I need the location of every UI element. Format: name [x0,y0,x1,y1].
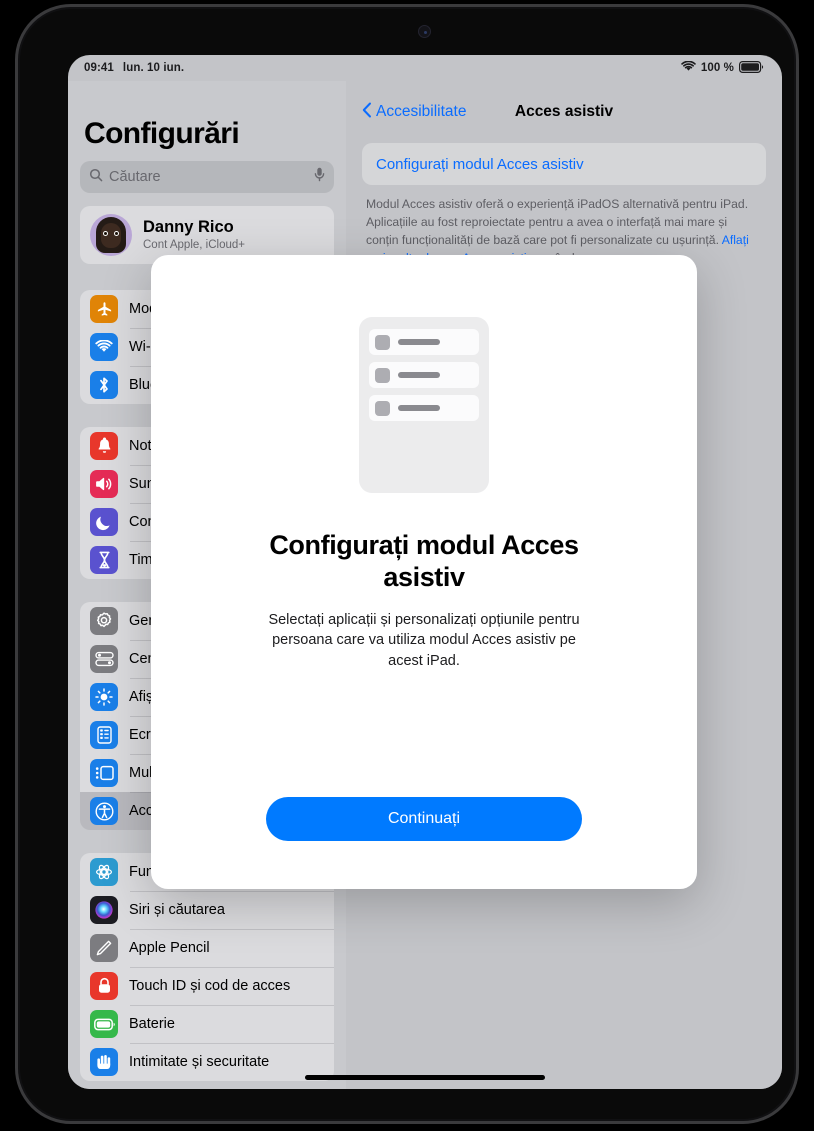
status-time: 09:41 [84,62,114,74]
sidebar-item-label: Apple Pencil [129,940,210,956]
illustration-app-label [398,339,440,345]
privacy-hand-icon [90,1048,118,1076]
control-toggles-icon [90,645,118,673]
sidebar-item-siri-si-cautarea[interactable]: Siri și căutarea [80,891,334,929]
back-button[interactable]: Accesibilitate [362,102,466,123]
avatar [90,214,132,256]
front-camera-icon [418,25,431,38]
wallpaper-icon [90,858,118,886]
sidebar-item-baterie[interactable]: Baterie [80,1005,334,1043]
navigation-bar: Accesibilitate Acces asistiv [362,81,766,143]
battery-icon [90,1010,118,1038]
search-placeholder: Căutare [109,169,161,185]
bell-icon [90,432,118,460]
sidebar-item-label: Intimitate și securitate [129,1054,270,1070]
account-name: Danny Rico [143,218,234,237]
moon-icon [90,508,118,536]
setup-assistive-access-label: Configurați modul Acces asistiv [376,155,584,173]
status-bar: 09:41 lun. 10 iun. 100 % [68,55,782,81]
illustration-app-icon [375,334,390,350]
search-input[interactable]: Căutare [80,161,334,193]
search-icon [89,168,103,187]
wifi-icon [90,333,118,361]
hourglass-icon [90,546,118,574]
modal-body-text: Selectați aplicații și personalizați opț… [268,611,580,669]
detail-description-text: Modul Acces asistiv oferă o experiență i… [366,197,749,247]
status-bar-right: 100 % [681,60,764,76]
ipad-device-frame: 09:41 lun. 10 iun. 100 % Configurări Cău… [15,4,799,1124]
illustration-app-label [398,372,440,378]
sidebar-item-intimitate-si-securitate[interactable]: Intimitate și securitate [80,1043,334,1081]
assistive-access-app-list-illustration [359,317,489,493]
sidebar-item-label: Baterie [129,1016,175,1032]
account-text: Danny Rico Cont Apple, iCloud+ [143,217,245,253]
multitasking-icon [90,759,118,787]
battery-full-icon [739,60,764,76]
illustration-app-label [398,405,440,411]
ipad-screen: 09:41 lun. 10 iun. 100 % Configurări Cău… [68,55,782,1089]
status-date: lun. 10 iun. [122,62,185,74]
back-button-label: Accesibilitate [376,103,467,120]
screenshot-root: 09:41 lun. 10 iun. 100 % Configurări Cău… [0,0,814,1131]
illustration-app-icon [375,367,390,383]
sidebar-item-label: Siri și căutarea [129,902,225,918]
home-screen-icon [90,721,118,749]
continue-button[interactable]: Continuați [266,797,582,841]
accessibility-icon [90,797,118,825]
sidebar-item-touch-id-si-cod-de-acces[interactable]: Touch ID și cod de acces [80,967,334,1005]
illustration-row [369,362,479,388]
pencil-icon [90,934,118,962]
speaker-icon [90,470,118,498]
battery-percent-label: 100 % [700,62,734,74]
microphone-icon[interactable] [314,167,325,187]
airplane-icon [90,295,118,323]
account-subtitle: Cont Apple, iCloud+ [143,238,245,251]
chevron-left-icon [362,102,372,123]
modal-title: Configurați modul Acces asistiv [269,530,579,593]
sidebar-item-apple-pencil[interactable]: Apple Pencil [80,929,334,967]
wifi-icon [681,60,696,75]
assistive-access-setup-modal: Configurați modul Acces asistiv Selectaț… [151,255,697,889]
lock-icon [90,972,118,1000]
home-indicator[interactable] [305,1075,545,1080]
sidebar-item-label: Touch ID și cod de acces [129,978,291,994]
setup-assistive-access-row[interactable]: Configurați modul Acces asistiv [362,143,766,185]
page-title: Configurări [84,117,240,150]
siri-icon [90,896,118,924]
brightness-icon [90,683,118,711]
illustration-row [369,329,479,355]
gear-icon [90,607,118,635]
illustration-row [369,395,479,421]
illustration-app-icon [375,400,390,416]
bluetooth-icon [90,371,118,399]
status-bar-left: 09:41 lun. 10 iun. [84,62,184,74]
